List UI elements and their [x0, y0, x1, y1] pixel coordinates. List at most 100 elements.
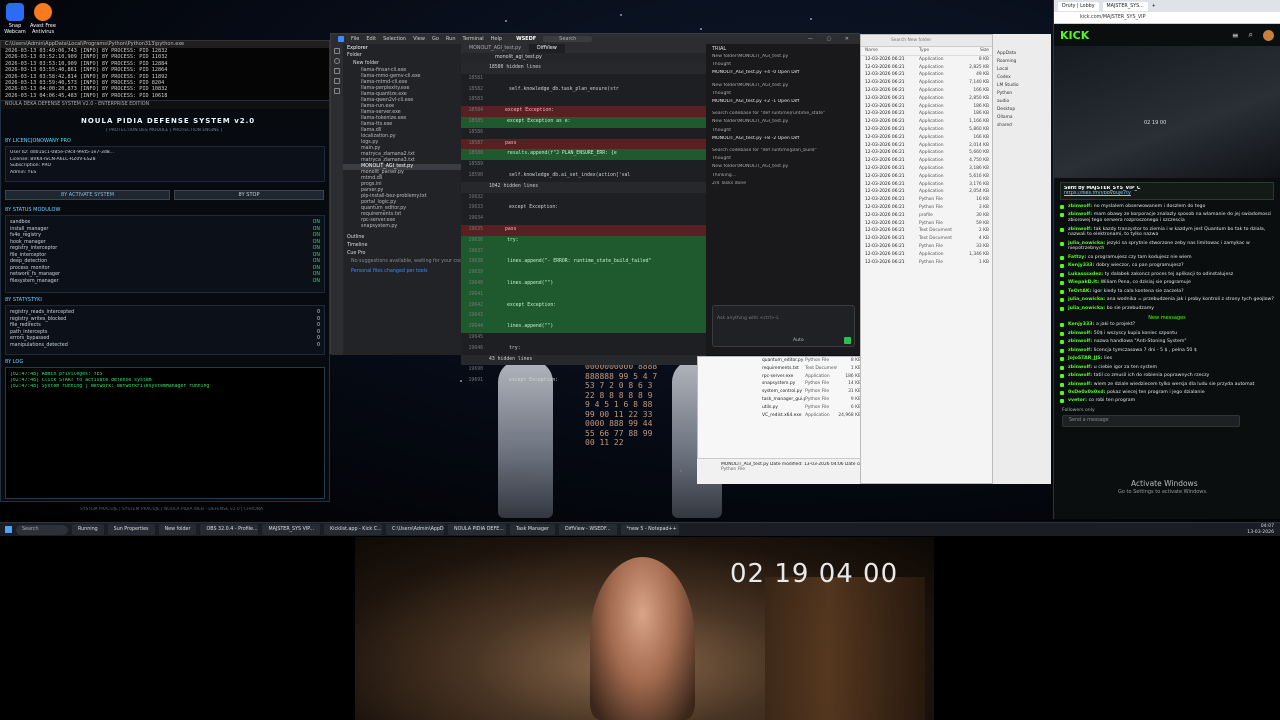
file-row[interactable]: 12-03-2026 06:21 Application 166 KB [861, 134, 992, 142]
chat-step[interactable]: MONOLIT_AGI_test.py +4 -0 Open Diff [706, 70, 861, 76]
chat-username[interactable]: Fattzy: [1068, 255, 1088, 260]
file-row[interactable]: 12-03-2026 06:21 Application 8 KB [861, 56, 992, 64]
file-row[interactable]: 12-03-2026 06:21 Text Document 2 KB [861, 227, 992, 235]
file-row[interactable]: 12-03-2026 06:21 Python File 3 KB [861, 204, 992, 212]
chat-username[interactable]: TeOrtAK: [1068, 289, 1093, 294]
extensions-icon[interactable] [334, 88, 340, 94]
tab-diffview[interactable]: DiffView [529, 44, 565, 53]
file-row[interactable]: 12-03-2026 06:21 Application 49 KB [861, 71, 992, 79]
file-row[interactable]: 12-03-2026 06:21 Application 7,140 KB [861, 79, 992, 87]
search-icon[interactable]: ⌕ [1249, 30, 1253, 40]
start-icon[interactable] [5, 526, 12, 533]
file-row[interactable]: 12-03-2026 06:21 Text Document 4 KB [861, 235, 992, 243]
chat-username[interactable]: zbinwolf: [1068, 331, 1094, 336]
new-folder-node[interactable]: New folder [343, 60, 461, 68]
chat-username[interactable]: zbinwolf: [1068, 348, 1094, 353]
file-row[interactable]: 12-03-2026 06:21 Application 5,860 KB [861, 126, 992, 134]
file-row[interactable]: 12-03-2026 06:21 profile 30 KB [861, 212, 992, 220]
log-panel[interactable]: [02:47:48] Admin privileges: YES [02:47:4… [5, 367, 325, 499]
chat-username[interactable]: vvetor: [1068, 398, 1089, 403]
browser-window[interactable]: Druty | Lobby MAJSTER_SYS... + kick.com/… [1053, 0, 1280, 519]
chat-mode[interactable]: Auto [793, 338, 804, 343]
file-explorer-window[interactable]: Search New folder Name Type Size 12-03-2… [860, 34, 993, 484]
activate-system-button[interactable]: 8Y ACTIVATE SYSTEM [5, 190, 170, 200]
file-row[interactable]: system_control.py Python File 31 KB [698, 388, 861, 396]
menu-icon[interactable]: ≡ [1232, 31, 1239, 40]
kick-logo[interactable]: KICK [1060, 29, 1089, 42]
file-row[interactable]: task_manager_gui.py Python File 9 KB [698, 396, 861, 404]
file-row[interactable]: 12-03-2026 06:21 Application 1,166 KB [861, 118, 992, 126]
taskbar-item[interactable]: C:\Users\Admin\AppData... [386, 524, 445, 535]
col-type[interactable]: Type [919, 47, 959, 55]
chat-username[interactable]: zbinwolf: [1068, 339, 1094, 344]
file-row[interactable]: 12-03-2026 06:21 Application 166 KB [861, 87, 992, 95]
nav-item[interactable]: AppData [993, 50, 1051, 58]
source-control-icon[interactable] [334, 68, 340, 74]
pinned-link[interactable]: https://files.fm/f/b8vbuje7ty [1064, 191, 1270, 196]
chat-username[interactable]: Kenjy333: [1068, 322, 1096, 327]
chat-username[interactable]: zbinwolf: [1068, 365, 1094, 370]
defense-system-window[interactable]: NOULA DEKA DEFENSE SYSTEM V2.0 - ENTERPR… [0, 100, 330, 502]
chat-username[interactable]: WiepakD.It: [1068, 280, 1101, 285]
stream-video[interactable]: 02 19 00 [1054, 46, 1280, 178]
nav-item[interactable]: Codex [993, 74, 1051, 82]
taskbar-clock[interactable]: 04:07 13-03-2026 [1247, 524, 1274, 535]
taskbar-item[interactable]: NOULA PIDIA DEFE... [448, 524, 507, 535]
new-tab-button[interactable]: + [1152, 4, 1156, 9]
search-icon[interactable] [334, 58, 340, 64]
diff-view[interactable]: MONOLIT_AGI_test.py DiffView monolit_agi… [461, 44, 706, 383]
file-row[interactable]: 12-03-2026 06:21 Python File 59 KB [861, 220, 992, 228]
file-row[interactable]: 12-03-2026 06:21 Python File 33 KB [861, 243, 992, 251]
file-row[interactable]: 12-03-2026 06:21 Application 3,186 KB [861, 165, 992, 173]
taskbar-item[interactable]: OBS 32.0.4 - Profile... [200, 524, 259, 535]
nav-item[interactable]: audio [993, 98, 1051, 106]
nav-item[interactable]: LM Studio [993, 82, 1051, 90]
menu-item[interactable]: Terminal [463, 36, 484, 42]
chat-username[interactable]: JoJoSTAR_JJS: [1068, 356, 1104, 361]
col-name[interactable]: Name [861, 47, 919, 55]
new-messages-divider[interactable]: New messages [1054, 314, 1280, 322]
menu-item[interactable]: View [413, 36, 425, 42]
outline-section[interactable]: Outline [343, 234, 461, 242]
taskbar-item[interactable]: Task Manager [510, 524, 555, 535]
file-row[interactable]: 12-03-2026 06:21 Python File 16 KB [861, 196, 992, 204]
chat-username[interactable]: zbinwolf: [1068, 227, 1094, 232]
file-row[interactable]: 12-03-2026 06:21 Application 2,054 KB [861, 188, 992, 196]
nav-item[interactable]: Roaming [993, 58, 1051, 66]
file-search[interactable]: Search New folder [861, 35, 992, 47]
taskbar-item[interactable]: *new 5 - Notepad++ [620, 524, 679, 535]
taskbar-item[interactable]: Kicklist.app - Kick C... [324, 524, 383, 535]
file-row[interactable]: snapsystem.py Python File 14 KB [698, 380, 861, 388]
nav-item[interactable]: Ollama [993, 114, 1051, 122]
menu-item[interactable]: Help [491, 36, 502, 42]
chat-send-input[interactable]: Send a message [1062, 414, 1240, 427]
desktop-icon-snap-webcam[interactable]: Snap Webcam [0, 3, 30, 35]
chat-username[interactable]: julia_nowicka: [1068, 297, 1107, 302]
chat-username[interactable]: 0xDe0x0x0xd: [1068, 390, 1107, 395]
command-search[interactable]: Search [543, 36, 593, 42]
file-row[interactable]: utils.py Python File 6 KB [698, 404, 861, 412]
chat-username[interactable]: zbinwolf: [1068, 373, 1094, 378]
nav-item[interactable]: Desktop [993, 106, 1051, 114]
tab-monolit[interactable]: MONOLIT_AGI_test.py [461, 44, 529, 53]
chat-username[interactable]: julia_nowicka: [1068, 306, 1107, 311]
folder-header[interactable]: Folder [343, 52, 461, 60]
code-editor-window[interactable]: File Edit Selection View Go Run Terminal Help W… [330, 33, 861, 383]
col-size[interactable]: Size [959, 47, 989, 55]
file-row[interactable]: 12-03-2026 06:21 Application 1,346 KB [861, 251, 992, 259]
taskbar-item[interactable]: Running [72, 524, 104, 535]
nav-item[interactable]: Python [993, 90, 1051, 98]
file-row[interactable]: quantum_editor.py Python File 8 KB [698, 357, 861, 365]
taskbar-item[interactable]: DiffView - WSEDF... [558, 524, 617, 535]
menu-item[interactable]: Edit [366, 36, 376, 42]
file-row[interactable]: 12-03-2026 06:21 Application 5,660 KB [861, 149, 992, 157]
nav-item[interactable]: shared [993, 122, 1051, 130]
tab-majster[interactable]: MAJSTER_SYS... [1102, 1, 1148, 11]
nav-item[interactable]: Local [993, 66, 1051, 74]
python-console-window[interactable]: C:\Users\Admin\AppData\Local\Programs\Py… [0, 40, 330, 103]
menu-item[interactable]: Go [432, 36, 439, 42]
tab-lobby[interactable]: Druty | Lobby [1058, 1, 1099, 11]
address-bar[interactable]: kick.com/MAJSTER_SYS_VIP [1054, 12, 1280, 24]
file-row[interactable]: VC_redist.x64.exe Application 24,968 KB [698, 412, 861, 420]
menu-item[interactable]: File [351, 36, 359, 42]
